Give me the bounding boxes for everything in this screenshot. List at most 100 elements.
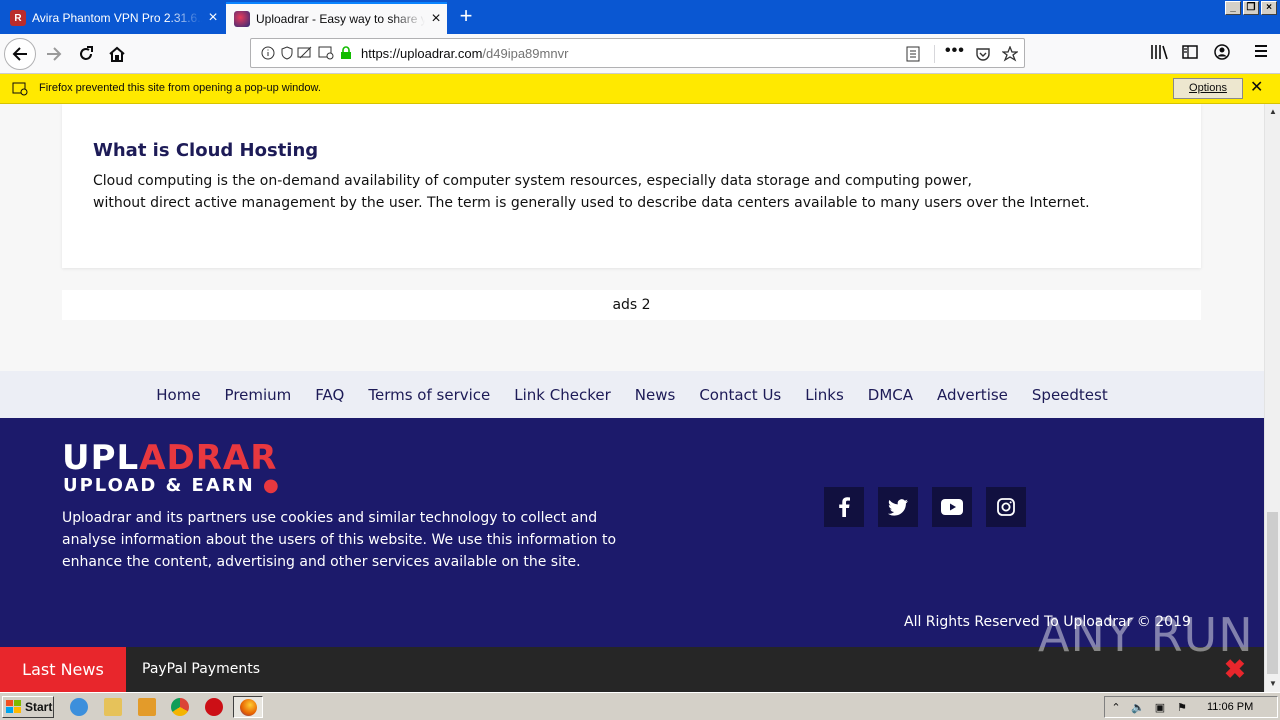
reload-icon <box>80 46 93 60</box>
tab-uploadrar[interactable]: Uploadrar - Easy way to share your files… <box>226 2 447 34</box>
cloud-hosting-card: What is Cloud Hosting Cloud computing is… <box>62 104 1201 268</box>
permissions-icon[interactable] <box>297 46 313 60</box>
tab-title: Avira Phantom VPN Pro 2.31.6.20 <box>32 11 202 25</box>
card-text-line-1: Cloud computing is the on-demand availab… <box>93 173 972 189</box>
url-path: /d49ipa89mnvr <box>482 46 569 61</box>
footer-link-speedtest[interactable]: Speedtest <box>1032 386 1108 404</box>
card-text: Cloud computing is the on-demand availab… <box>93 170 1153 214</box>
footer-link-terms[interactable]: Terms of service <box>368 386 490 404</box>
new-tab-button[interactable]: + <box>452 4 480 30</box>
volume-icon[interactable]: 🔈 <box>1131 701 1145 715</box>
logo-part-1: UPL <box>62 438 140 478</box>
tab-close-icon[interactable]: × <box>202 10 224 26</box>
home-button[interactable] <box>101 38 133 70</box>
info-icon[interactable] <box>261 46 275 60</box>
footer-nav: Home Premium FAQ Terms of service Link C… <box>0 371 1264 418</box>
logo-tagline-text: UPLOAD & EARN <box>63 475 255 496</box>
window-controls: _ ❐ × <box>1225 1 1277 15</box>
popup-blocked-notification: Firefox prevented this site from opening… <box>0 74 1280 104</box>
minimize-button[interactable]: _ <box>1225 1 1241 15</box>
page-actions-icon[interactable]: ••• <box>945 42 965 60</box>
tab-close-icon[interactable]: × <box>425 11 447 27</box>
close-notification-icon[interactable]: ✕ <box>1250 79 1263 97</box>
popup-blocked-icon <box>12 82 28 96</box>
footer-link-home[interactable]: Home <box>156 386 200 404</box>
sidebar-icon[interactable] <box>1182 44 1198 60</box>
uploadrar-logo[interactable]: UPLADRAR UPLOAD & EARN ● <box>62 441 281 497</box>
library-icon[interactable] <box>1150 44 1168 60</box>
pocket-icon[interactable] <box>975 46 991 62</box>
facebook-link[interactable] <box>824 487 864 527</box>
logo-wordmark: UPLADRAR <box>62 441 281 475</box>
show-hidden-icons-icon[interactable]: ⌃ <box>1109 701 1123 715</box>
options-button[interactable]: Options <box>1173 78 1243 99</box>
url-text[interactable]: https://uploadrar.com/d49ipa89mnvr <box>361 46 568 61</box>
windows-logo-icon <box>6 700 21 713</box>
tab-avira[interactable]: R Avira Phantom VPN Pro 2.31.6.20 × <box>2 2 224 34</box>
lock-icon[interactable] <box>340 46 352 60</box>
instagram-link[interactable] <box>986 487 1026 527</box>
footer-link-dmca[interactable]: DMCA <box>868 386 913 404</box>
network-icon[interactable]: ▣ <box>1153 701 1167 715</box>
footer-link-news[interactable]: News <box>635 386 676 404</box>
page-scrollbar[interactable]: ▲ ▼ <box>1264 104 1280 692</box>
hamburger-menu-icon[interactable] <box>1254 44 1268 58</box>
windows-taskbar: Start ⌃ 🔈 ▣ ⚑ 11:06 PM <box>0 692 1280 720</box>
forward-button[interactable] <box>38 38 70 70</box>
taskbar-firefox-button[interactable] <box>233 696 263 718</box>
restore-button[interactable]: ❐ <box>1243 1 1259 15</box>
scroll-down-arrow-icon[interactable]: ▼ <box>1265 676 1280 692</box>
clock[interactable]: 11:06 PM <box>1207 701 1253 713</box>
twitter-icon <box>888 498 908 516</box>
home-icon <box>109 46 125 62</box>
browser-tab-bar: R Avira Phantom VPN Pro 2.31.6.20 × Uplo… <box>0 0 1280 34</box>
instagram-icon <box>997 498 1015 516</box>
scrollbar-thumb[interactable] <box>1267 512 1278 674</box>
page-viewport: What is Cloud Hosting Cloud computing is… <box>0 104 1264 692</box>
opera-icon[interactable] <box>205 698 223 716</box>
footer-link-advertise[interactable]: Advertise <box>937 386 1008 404</box>
social-links <box>824 487 1026 527</box>
ticker-label: Last News <box>0 647 126 692</box>
close-window-button[interactable]: × <box>1261 1 1277 15</box>
footer-about-text: Uploadrar and its partners use cookies a… <box>62 510 617 570</box>
youtube-link[interactable] <box>932 487 972 527</box>
footer-link-contact[interactable]: Contact Us <box>699 386 781 404</box>
card-text-line-2: without direct active management by the … <box>93 195 1090 211</box>
chrome-icon[interactable] <box>171 698 189 716</box>
action-center-flag-icon[interactable]: ⚑ <box>1175 701 1189 715</box>
system-tray: ⌃ 🔈 ▣ ⚑ 11:06 PM <box>1104 696 1278 718</box>
bookmark-star-icon[interactable] <box>1002 46 1018 62</box>
tab-title: Uploadrar - Easy way to share your files <box>256 12 425 26</box>
internet-explorer-icon[interactable] <box>70 698 88 716</box>
twitter-link[interactable] <box>878 487 918 527</box>
footer-link-faq[interactable]: FAQ <box>315 386 344 404</box>
popup-blocked-icon[interactable] <box>318 46 334 60</box>
uploadrar-favicon-icon <box>234 11 250 27</box>
reader-view-icon[interactable] <box>906 46 920 62</box>
reload-button[interactable] <box>70 38 102 70</box>
file-explorer-icon[interactable] <box>104 698 122 716</box>
account-icon[interactable] <box>1214 44 1230 60</box>
firefox-icon <box>240 699 257 716</box>
media-player-icon[interactable] <box>138 698 156 716</box>
scroll-up-arrow-icon[interactable]: ▲ <box>1265 104 1280 120</box>
piggy-bank-icon: ● <box>263 475 281 496</box>
youtube-icon <box>941 499 963 515</box>
url-separator <box>934 45 935 63</box>
forward-arrow-icon <box>47 47 62 61</box>
tracking-shield-icon[interactable] <box>281 46 293 60</box>
url-host: https://uploadrar.com <box>361 46 483 61</box>
facebook-icon <box>839 497 850 517</box>
start-button[interactable]: Start <box>2 696 54 718</box>
avira-favicon-icon: R <box>10 10 26 26</box>
back-button[interactable] <box>4 38 36 70</box>
footer-link-link-checker[interactable]: Link Checker <box>514 386 611 404</box>
footer-link-premium[interactable]: Premium <box>225 386 292 404</box>
ticker-item[interactable]: PayPal Payments <box>142 661 260 677</box>
url-bar[interactable]: https://uploadrar.com/d49ipa89mnvr ••• <box>250 38 1025 68</box>
footer-link-links[interactable]: Links <box>805 386 844 404</box>
card-heading: What is Cloud Hosting <box>93 140 319 161</box>
navigation-toolbar: https://uploadrar.com/d49ipa89mnvr ••• <box>0 34 1280 74</box>
ads-slot: ads 2 <box>62 290 1201 320</box>
